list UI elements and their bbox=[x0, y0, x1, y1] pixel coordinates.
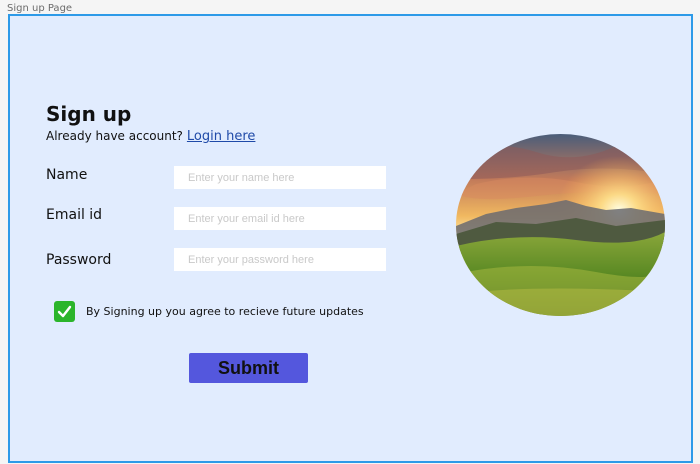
frame-label: Sign up Page bbox=[7, 3, 73, 14]
submit-button[interactable]: Submit bbox=[189, 353, 308, 383]
landscape-image bbox=[456, 134, 665, 316]
check-icon bbox=[57, 305, 72, 318]
password-input[interactable] bbox=[174, 248, 386, 271]
account-prompt: Already have account? Login here bbox=[46, 129, 255, 144]
page-title: Sign up bbox=[46, 102, 132, 126]
password-label: Password bbox=[46, 252, 112, 268]
agree-text: By Signing up you agree to recieve futur… bbox=[86, 305, 364, 318]
agree-checkbox[interactable] bbox=[54, 301, 75, 322]
login-link[interactable]: Login here bbox=[187, 129, 256, 144]
name-label: Name bbox=[46, 167, 88, 183]
name-input[interactable] bbox=[174, 166, 386, 189]
signup-page-frame: Sign up Already have account? Login here … bbox=[8, 14, 693, 463]
email-input[interactable] bbox=[174, 207, 386, 230]
account-prompt-text: Already have account? bbox=[46, 129, 183, 143]
email-label: Email id bbox=[46, 207, 103, 223]
